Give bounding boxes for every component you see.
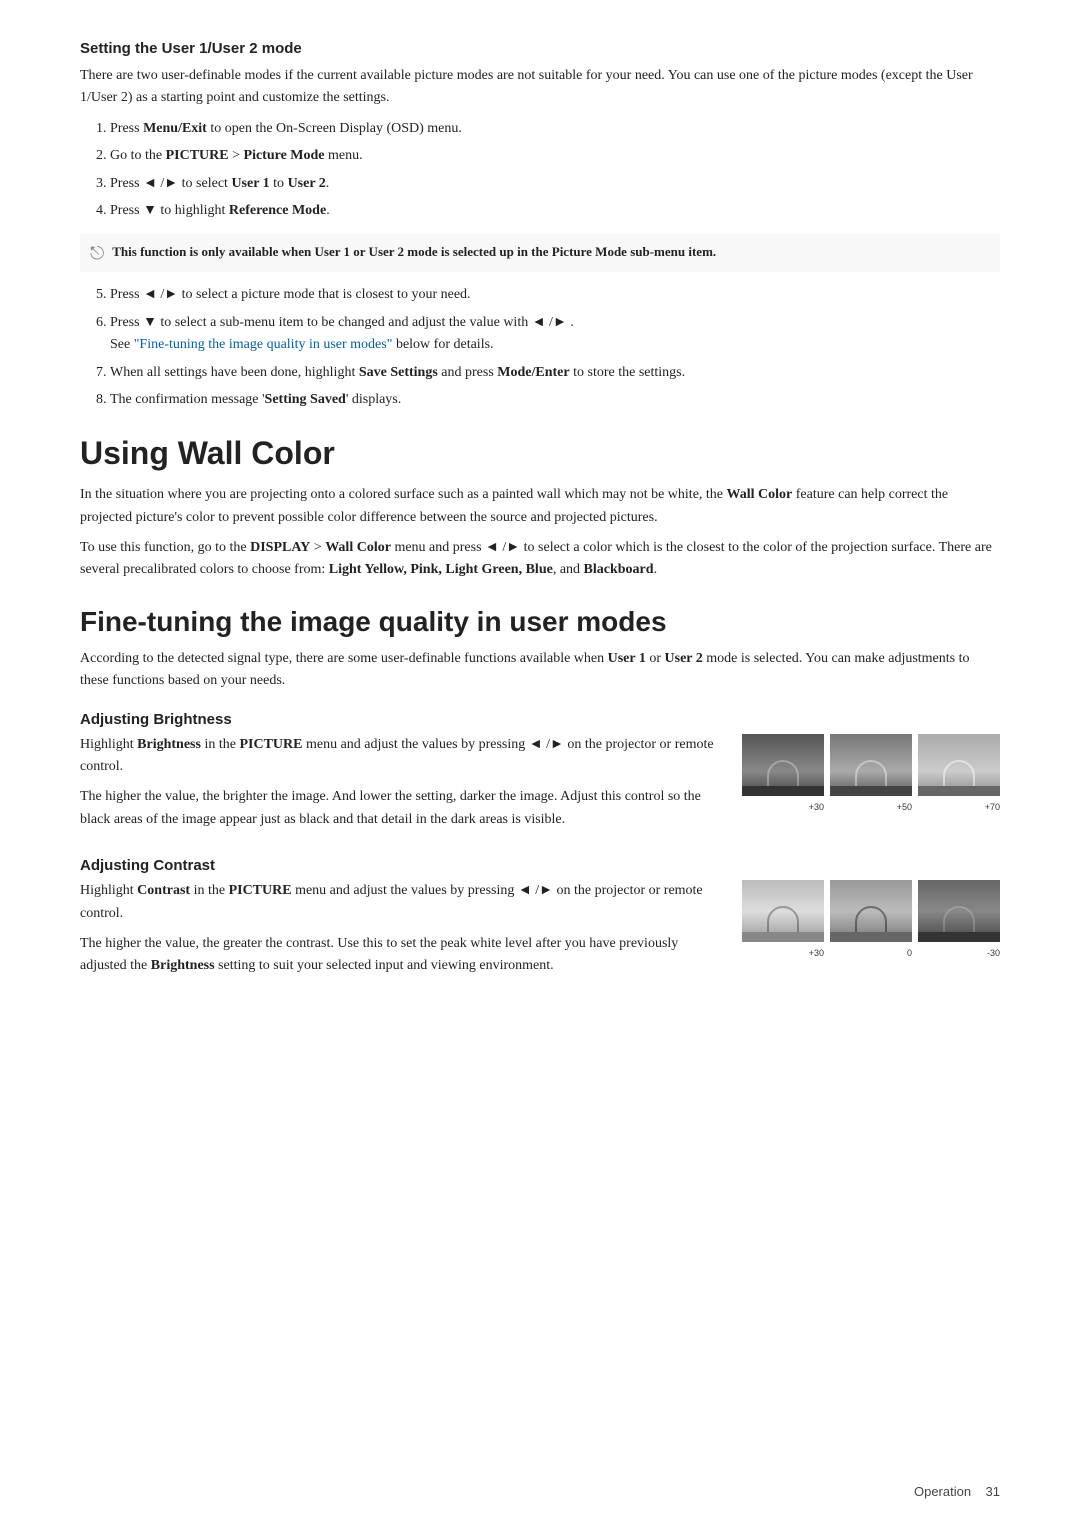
section2-para2: To use this function, go to the DISPLAY … (80, 537, 1000, 582)
step5-arrow: ◄ /► (143, 287, 178, 302)
contrast-img3-box (918, 880, 1000, 942)
section1-steps-list: Press Menu/Exit to open the On-Screen Di… (110, 118, 1000, 223)
section3-heading: Fine-tuning the image quality in user mo… (80, 606, 1000, 638)
brightness-img1: +30 (742, 734, 824, 812)
sec2-bold1: Wall Color (727, 487, 793, 502)
note-text: This function is only available when Use… (112, 242, 716, 262)
footer-page-num: 31 (986, 1484, 1000, 1499)
section1-intro: There are two user-definable modes if th… (80, 65, 1000, 110)
brightness-arrow: ◄ /► (529, 737, 564, 752)
step-8: The confirmation message 'Setting Saved'… (110, 389, 1000, 411)
step1-bold: Menu/Exit (143, 121, 207, 136)
note-icon: ⎋ (90, 243, 104, 264)
contrast-heading: Adjusting Contrast (80, 857, 1000, 874)
step4-bold: Reference Mode (229, 203, 326, 218)
sec2-blackboard: Blackboard (584, 562, 654, 577)
step-4: Press ▼ to highlight Reference Mode. (110, 200, 1000, 222)
step-7: When all settings have been done, highli… (110, 362, 1000, 384)
step7-bold1: Save Settings (359, 365, 438, 380)
sec2-bold2a: DISPLAY (250, 540, 310, 555)
contrast-arrow: ◄ /► (518, 883, 553, 898)
step-3: Press ◄ /► to select User 1 to User 2. (110, 173, 1000, 195)
step8-bold: Setting Saved (265, 392, 346, 407)
sec2-colors: Light Yellow, Pink, Light Green, Blue (329, 562, 553, 577)
section1-steps2-list: Press ◄ /► to select a picture mode that… (110, 284, 1000, 411)
step3-arrow: ◄ /► (143, 176, 178, 191)
section1-heading: Setting the User 1/User 2 mode (80, 40, 1000, 57)
section2-para1: In the situation where you are projectin… (80, 484, 1000, 529)
contrast-text-col: Highlight Contrast in the PICTURE menu a… (80, 880, 722, 986)
footer: Operation 31 (914, 1484, 1000, 1499)
section2-heading: Using Wall Color (80, 435, 1000, 472)
contrast-images: +30 0 -30 (742, 880, 1000, 958)
step6-link[interactable]: "Fine-tuning the image quality in user m… (134, 337, 393, 352)
step-2: Go to the PICTURE > Picture Mode menu. (110, 145, 1000, 167)
brightness-text-col: Highlight Brightness in the PICTURE menu… (80, 734, 722, 840)
brightness-img2: +50 (830, 734, 912, 812)
step6-arrow1: ▼ (143, 315, 157, 330)
contrast-bold2: PICTURE (229, 883, 292, 898)
brightness-img3: +70 (918, 734, 1000, 812)
sec3-bold1: User 1 (608, 651, 646, 666)
contrast-section: Highlight Contrast in the PICTURE menu a… (80, 880, 1000, 986)
step-1: Press Menu/Exit to open the On-Screen Di… (110, 118, 1000, 140)
sec3-bold2: User 2 (665, 651, 703, 666)
brightness-bold2: PICTURE (239, 737, 302, 752)
step-6: Press ▼ to select a sub-menu item to be … (110, 312, 1000, 357)
contrast-para1: Highlight Contrast in the PICTURE menu a… (80, 880, 722, 925)
step3-bold2: User 2 (288, 176, 326, 191)
brightness-img2-box (830, 734, 912, 796)
step6-arrow2: ◄ /► (532, 315, 567, 330)
contrast-img2-label: 0 (830, 948, 912, 958)
contrast-img3: -30 (918, 880, 1000, 958)
contrast-img2: 0 (830, 880, 912, 958)
brightness-heading: Adjusting Brightness (80, 711, 1000, 728)
step-5: Press ◄ /► to select a picture mode that… (110, 284, 1000, 306)
brightness-para2: The higher the value, the brighter the i… (80, 786, 722, 831)
note-box: ⎋ This function is only available when U… (80, 234, 1000, 272)
brightness-img1-label: +30 (742, 802, 824, 812)
contrast-bright-bold: Brightness (151, 958, 215, 973)
step2-bold1: PICTURE (166, 148, 229, 163)
brightness-img2-label: +50 (830, 802, 912, 812)
contrast-img1-box (742, 880, 824, 942)
brightness-img1-box (742, 734, 824, 796)
step3-bold1: User 1 (231, 176, 269, 191)
sec2-bold2c: Wall Color (325, 540, 391, 555)
contrast-img2-box (830, 880, 912, 942)
contrast-img3-label: -30 (918, 948, 1000, 958)
contrast-img1: +30 (742, 880, 824, 958)
contrast-para2: The higher the value, the greater the co… (80, 933, 722, 978)
brightness-img3-label: +70 (918, 802, 1000, 812)
step4-arrow: ▼ (143, 203, 157, 218)
section3-intro: According to the detected signal type, t… (80, 648, 1000, 693)
brightness-section: Highlight Brightness in the PICTURE menu… (80, 734, 1000, 840)
brightness-img3-box (918, 734, 1000, 796)
brightness-bold1: Brightness (137, 737, 201, 752)
contrast-bold1: Contrast (137, 883, 190, 898)
footer-section-label: Operation (914, 1484, 971, 1499)
brightness-para1: Highlight Brightness in the PICTURE menu… (80, 734, 722, 779)
brightness-images: +30 +50 +70 (742, 734, 1000, 812)
contrast-img1-label: +30 (742, 948, 824, 958)
step2-bold2: Picture Mode (244, 148, 325, 163)
sec2-arrow: ◄ /► (485, 540, 520, 555)
step7-bold2: Mode/Enter (497, 365, 569, 380)
